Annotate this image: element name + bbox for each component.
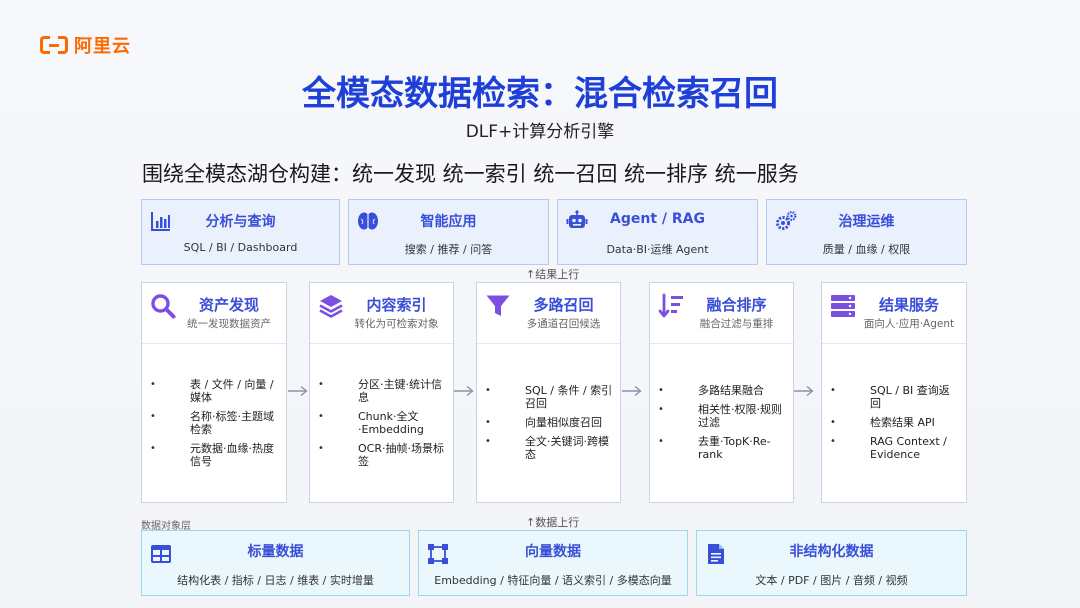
- stage-list: SQL / BI 查询返回 检索结果 API RAG Context / Evi…: [822, 343, 966, 502]
- stage-subtitle: 统一发现数据资产: [187, 318, 271, 330]
- stage-subtitle: 转化为可检索对象: [354, 318, 439, 330]
- stage-list: 分区·主键·统计信息 Chunk·全文·Embedding OCR·抽帧·场景标…: [310, 343, 453, 502]
- data-card-subtitle: 文本 / PDF / 图片 / 音频 / 视频: [755, 574, 908, 587]
- stage-list: SQL / 条件 / 索引召回 向量相似度召回 全文·关键词·跨模态: [477, 343, 620, 502]
- top-card-subtitle: 搜索 / 推荐 / 问答: [404, 243, 493, 256]
- stage-subtitle: 面向人·应用·Agent: [863, 318, 955, 330]
- list-item: 检索结果 API: [822, 416, 966, 429]
- data-card-scalar: 标量数据 结构化表 / 指标 / 日志 / 维表 / 实时增量: [141, 530, 410, 596]
- top-card-subtitle: SQL / BI / Dashboard: [183, 241, 298, 254]
- list-item: 去重·TopK·Re-rank: [650, 435, 793, 461]
- flow-note-data-up: ↑数据上行: [526, 516, 580, 529]
- stage-card-fusion-ranking: 融合排序 融合过滤与重排 多路结果融合 相关性·权限·规则过滤 去重·TopK·…: [649, 282, 794, 503]
- arrow-right-icon: [794, 385, 814, 397]
- stage-list: 多路结果融合 相关性·权限·规则过滤 去重·TopK·Re-rank: [650, 343, 793, 502]
- list-item: 分区·主键·统计信息: [310, 378, 453, 404]
- stage-card-content-index: 内容索引 转化为可检索对象 分区·主键·统计信息 Chunk·全文·Embedd…: [309, 282, 454, 503]
- data-card-subtitle: 结构化表 / 指标 / 日志 / 维表 / 实时增量: [177, 574, 374, 587]
- top-card-subtitle: 质量 / 血缘 / 权限: [822, 243, 911, 256]
- top-card-title: 分析与查询: [205, 214, 276, 230]
- stage-title: 资产发现: [198, 296, 259, 314]
- stage-list: 表 / 文件 / 向量 / 媒体 名称·标签·主题域检索 元数据·血缘·热度信号: [142, 343, 286, 502]
- list-item: Chunk·全文·Embedding: [310, 410, 453, 436]
- list-item: 全文·关键词·跨模态: [477, 435, 620, 461]
- headline: 围绕全模态湖仓构建：统一发现 统一索引 统一召回 统一排序 统一服务: [142, 162, 799, 186]
- list-item: SQL / BI 查询返回: [822, 384, 966, 410]
- top-card-title: 智能应用: [420, 214, 477, 230]
- top-card-analysis: 分析与查询 SQL / BI / Dashboard: [141, 199, 340, 265]
- data-card-unstructured: 非结构化数据 文本 / PDF / 图片 / 音频 / 视频: [696, 530, 967, 596]
- list-item: 相关性·权限·规则过滤: [650, 403, 793, 429]
- data-card-title: 非结构化数据: [789, 544, 874, 560]
- stage-subtitle: 融合过滤与重排: [699, 318, 774, 330]
- arrow-right-icon: [454, 385, 474, 397]
- stage-title: 内容索引: [366, 296, 427, 314]
- stage-title: 融合排序: [706, 296, 767, 314]
- top-card-agent: Agent / RAG Data·BI·运维 Agent: [557, 199, 758, 265]
- data-card-title: 向量数据: [525, 544, 581, 560]
- top-card-title: 治理运维: [838, 214, 895, 230]
- stage-title: 结果服务: [878, 296, 939, 314]
- flow-note-results-up: ↑结果上行: [526, 268, 580, 281]
- logo-text: 阿里云: [74, 36, 131, 57]
- page-title: 全模态数据检索：混合检索召回: [302, 74, 778, 114]
- list-item: 向量相似度召回: [477, 416, 620, 429]
- list-item: 名称·标签·主题域检索: [142, 410, 286, 436]
- arrow-right-icon: [288, 385, 308, 397]
- logo: 阿里云: [40, 32, 131, 58]
- data-card-subtitle: Embedding / 特征向量 / 语义索引 / 多模态向量: [434, 574, 672, 587]
- list-item: 元数据·血缘·热度信号: [142, 442, 286, 468]
- list-item: OCR·抽帧·场景标签: [310, 442, 453, 468]
- data-card-title: 标量数据: [247, 544, 304, 560]
- list-item: SQL / 条件 / 索引召回: [477, 384, 620, 410]
- top-card-title: Agent / RAG: [610, 211, 705, 227]
- list-item: RAG Context / Evidence: [822, 435, 966, 461]
- list-item: 多路结果融合: [650, 384, 793, 397]
- stage-card-multi-recall: 多路召回 多通道召回候选 SQL / 条件 / 索引召回 向量相似度召回 全文·…: [476, 282, 621, 503]
- page-subtitle: DLF+计算分析引擎: [465, 122, 615, 142]
- stage-title: 多路召回: [533, 296, 594, 314]
- top-card-subtitle: Data·BI·运维 Agent: [606, 243, 709, 256]
- top-card-governance: 治理运维 质量 / 血缘 / 权限: [766, 199, 967, 265]
- arrow-right-icon: [622, 385, 642, 397]
- top-card-smart-app: 智能应用 搜索 / 推荐 / 问答: [348, 199, 549, 265]
- stage-card-asset-discovery: 资产发现 统一发现数据资产 表 / 文件 / 向量 / 媒体 名称·标签·主题域…: [141, 282, 287, 503]
- aliyun-logo-icon: [40, 36, 68, 54]
- data-card-vector: 向量数据 Embedding / 特征向量 / 语义索引 / 多模态向量: [418, 530, 688, 596]
- list-item: 表 / 文件 / 向量 / 媒体: [142, 378, 286, 404]
- stage-card-result-service: 结果服务 面向人·应用·Agent SQL / BI 查询返回 检索结果 API…: [821, 282, 967, 503]
- stage-subtitle: 多通道召回候选: [526, 318, 601, 330]
